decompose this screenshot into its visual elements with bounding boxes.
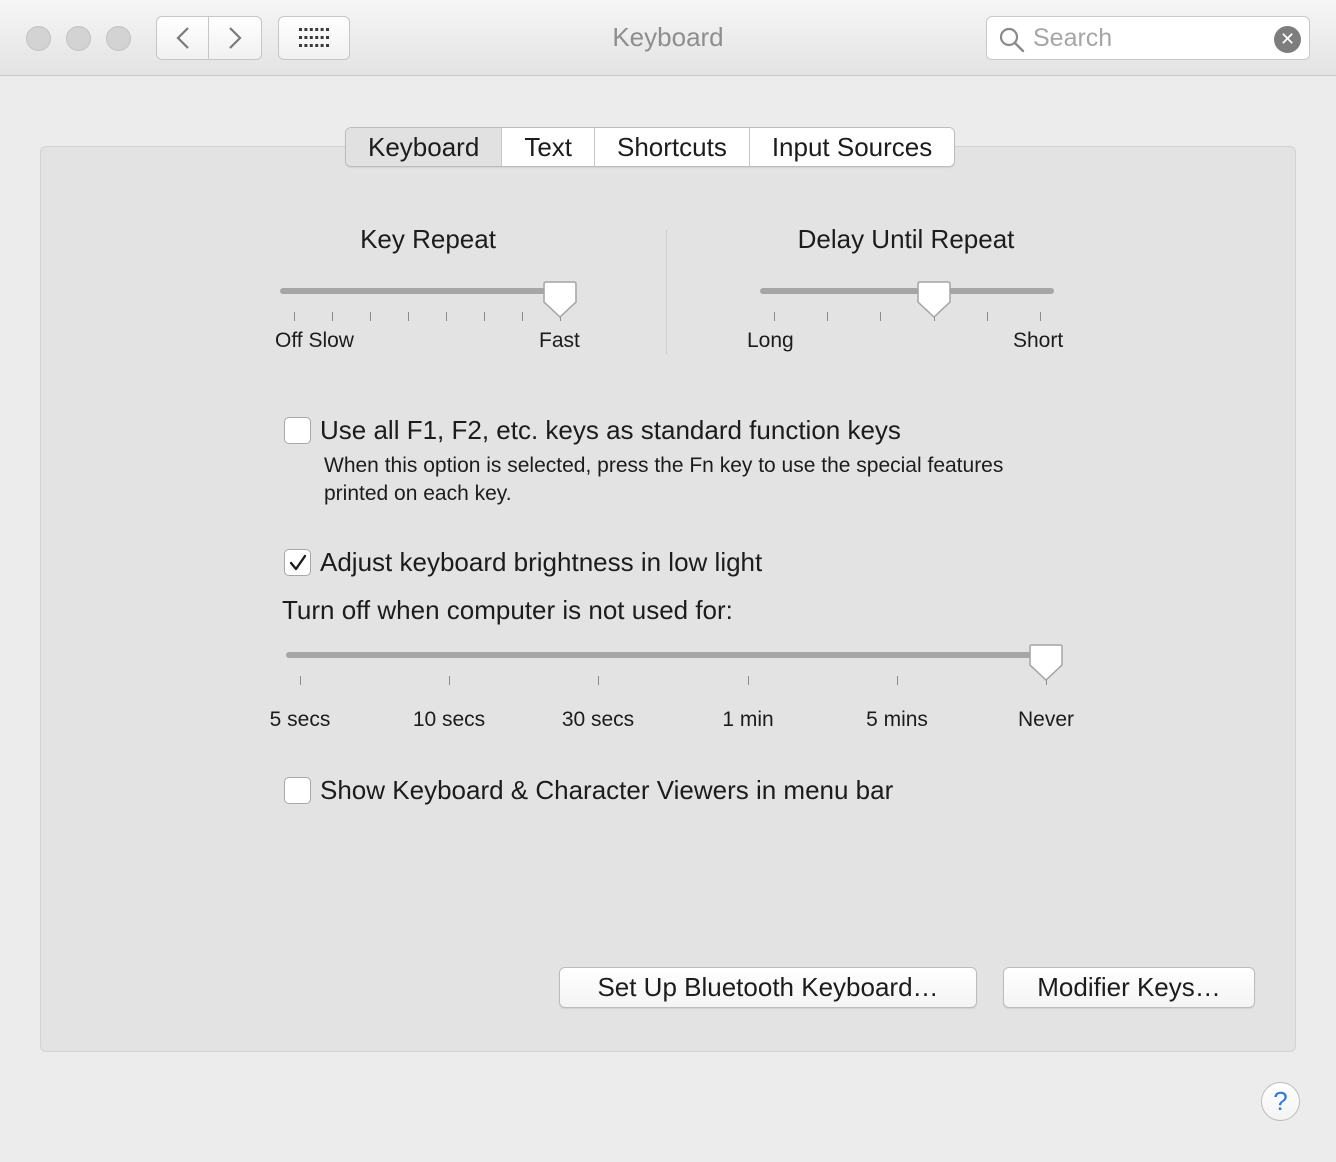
keyboard-brightness-label[interactable]: Adjust keyboard brightness in low light xyxy=(320,547,762,578)
turn-off-option-label: 5 secs xyxy=(269,708,331,731)
checkmark-icon xyxy=(289,554,307,571)
delay-until-repeat-slider[interactable] xyxy=(760,288,1054,294)
turn-off-slider[interactable] xyxy=(286,652,1062,658)
clear-search-icon[interactable]: ✕ xyxy=(1274,26,1301,53)
delay-until-repeat-tick xyxy=(827,312,828,321)
delay-until-repeat-tick xyxy=(774,312,775,321)
key-repeat-slider[interactable] xyxy=(280,288,574,294)
key-repeat-tick xyxy=(522,312,523,321)
show-viewers-label[interactable]: Show Keyboard & Character Viewers in men… xyxy=(320,775,893,806)
turn-off-option-label: 1 min xyxy=(722,708,774,731)
setup-bluetooth-keyboard-button[interactable]: Set Up Bluetooth Keyboard… xyxy=(559,967,977,1008)
delay-until-repeat-tick xyxy=(1040,312,1041,321)
tab-bar: Keyboard Text Shortcuts Input Sources xyxy=(345,127,956,167)
keyboard-brightness-checkbox[interactable] xyxy=(284,549,311,576)
delay-until-repeat-tick xyxy=(987,312,988,321)
function-keys-label[interactable]: Use all F1, F2, etc. keys as standard fu… xyxy=(320,415,901,446)
delay-until-repeat-tick xyxy=(880,312,881,321)
help-button[interactable]: ? xyxy=(1261,1082,1300,1121)
turn-off-slider-thumb[interactable] xyxy=(1029,643,1063,681)
tab-shortcuts[interactable]: Shortcuts xyxy=(595,128,750,166)
turn-off-option-label: Never xyxy=(1017,708,1075,731)
turn-off-tick xyxy=(300,676,301,685)
delay-until-repeat-slider-thumb[interactable] xyxy=(917,280,951,318)
tab-input-sources[interactable]: Input Sources xyxy=(749,128,955,166)
turn-off-option-label: 5 mins xyxy=(866,708,928,731)
delay-until-repeat-min-label: Long xyxy=(747,329,794,352)
turn-off-tick xyxy=(897,676,898,685)
key-repeat-max-label: Fast xyxy=(539,329,580,352)
show-viewers-checkbox[interactable] xyxy=(284,777,311,804)
delay-until-repeat-title: Delay Until Repeat xyxy=(797,224,1015,254)
turn-off-option-label: 10 secs xyxy=(412,708,486,731)
key-repeat-tick xyxy=(370,312,371,321)
delay-until-repeat-max-label: Short xyxy=(1013,329,1064,352)
key-repeat-title: Key Repeat xyxy=(360,224,496,254)
function-keys-checkbox[interactable] xyxy=(284,417,311,444)
search-input[interactable] xyxy=(1033,23,1263,53)
turn-off-tick xyxy=(449,676,450,685)
key-repeat-tick xyxy=(408,312,409,321)
key-repeat-tick xyxy=(294,312,295,321)
key-repeat-tick xyxy=(332,312,333,321)
key-repeat-slider-thumb[interactable] xyxy=(543,280,577,318)
turn-off-option-label: 30 secs xyxy=(561,708,635,731)
title-bar: Keyboard ✕ xyxy=(0,0,1336,76)
turn-off-tick xyxy=(748,676,749,685)
keyboard-preferences-window: Keyboard ✕ Keyboard Text Shortcuts Input… xyxy=(0,0,1336,1162)
search-field[interactable]: ✕ xyxy=(986,16,1310,60)
key-repeat-min-label: Off Slow xyxy=(275,329,354,352)
tab-keyboard[interactable]: Keyboard xyxy=(346,128,503,166)
modifier-keys-button[interactable]: Modifier Keys… xyxy=(1003,967,1255,1008)
divider xyxy=(666,230,667,354)
search-icon xyxy=(999,27,1025,53)
turn-off-tick xyxy=(598,676,599,685)
key-repeat-tick xyxy=(446,312,447,321)
turn-off-label: Turn off when computer is not used for: xyxy=(282,595,733,625)
tab-text[interactable]: Text xyxy=(502,128,595,166)
function-keys-description: When this option is selected, press the … xyxy=(324,454,1004,505)
key-repeat-tick xyxy=(484,312,485,321)
